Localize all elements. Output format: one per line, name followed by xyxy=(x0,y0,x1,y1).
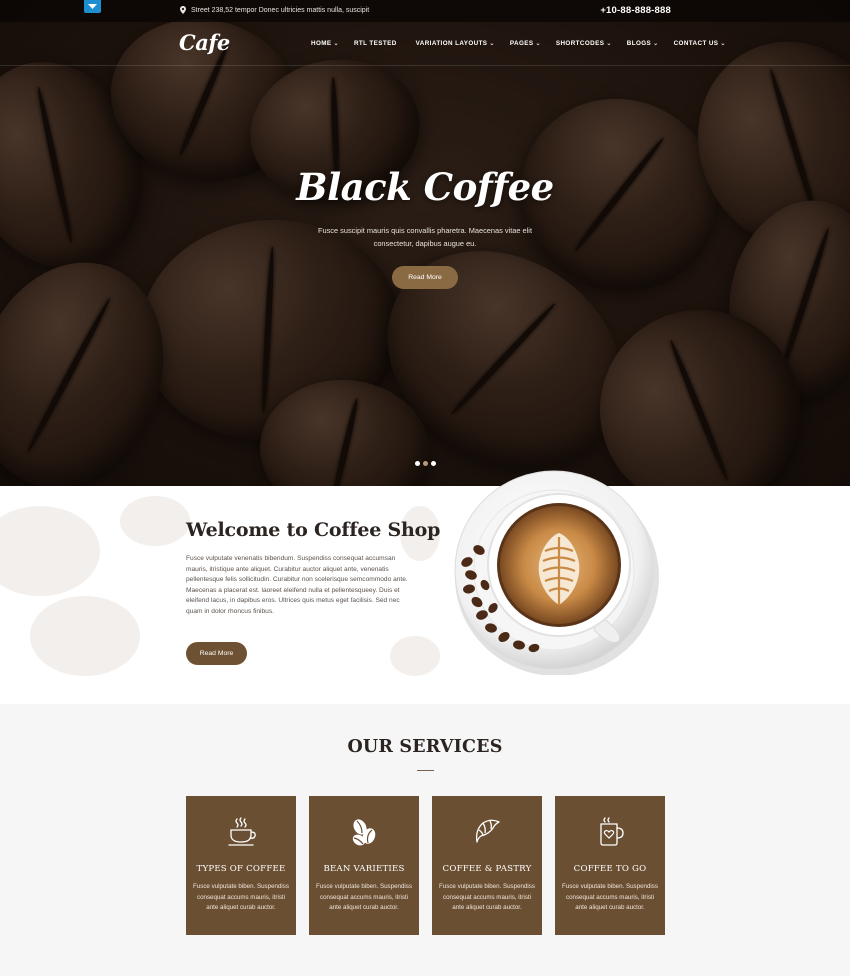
nav-item-pages[interactable]: PAGES ⌄ xyxy=(510,40,541,47)
top-bar: Street 238,52 tempor Donec ultricies mat… xyxy=(0,0,850,22)
service-card-text: Fusce vulputate biben. Suspendiss conseq… xyxy=(439,883,535,912)
slider-pagination xyxy=(415,461,436,466)
faint-bean-decoration xyxy=(30,596,140,676)
caret-down-icon xyxy=(88,4,97,9)
hero-read-more-button[interactable]: Read More xyxy=(392,266,458,289)
nav-item-blogs[interactable]: BLOGS ⌄ xyxy=(627,40,659,47)
service-card-title: COFFEE TO GO xyxy=(573,864,647,874)
hero-section: Street 238,52 tempor Donec ultricies mat… xyxy=(0,0,850,486)
chevron-down-icon: ⌄ xyxy=(333,41,339,47)
nav-item-label: RTL TESTED xyxy=(353,40,397,47)
address-text: Street 238,52 tempor Donec ultricies mat… xyxy=(191,6,370,14)
coffee-cup-icon xyxy=(228,817,256,846)
main-navbar: Cafe HOME ⌄ RTL TESTED VARIATION LAYOUTS… xyxy=(0,22,850,66)
coffee-beans-icon xyxy=(352,819,376,846)
nav-item-contact-us[interactable]: CONTACT US ⌄ xyxy=(674,40,726,47)
chevron-down-icon: ⌄ xyxy=(720,41,726,47)
map-pin-icon xyxy=(180,6,186,14)
nav-item-label: HOME xyxy=(311,40,332,47)
hero-title: Black Coffee xyxy=(296,165,554,209)
nav-item-label: BLOGS xyxy=(626,40,652,47)
panel-toggle-button[interactable] xyxy=(84,0,101,13)
faint-bean-decoration xyxy=(0,506,100,596)
nav-item-label: CONTACT US xyxy=(673,40,719,47)
welcome-title: Welcome to Coffee Shop xyxy=(186,519,441,541)
phone-number[interactable]: +10-88-888-888 xyxy=(600,5,671,16)
slider-dot[interactable] xyxy=(415,461,420,466)
service-card-text: Fusce vulputate biben. Suspendiss conseq… xyxy=(562,883,658,912)
nav-item-label: PAGES xyxy=(509,40,534,47)
slider-dot[interactable] xyxy=(431,461,436,466)
service-card-title: BEAN VARIETIES xyxy=(323,864,405,874)
main-menu: HOME ⌄ RTL TESTED VARIATION LAYOUTS ⌄ PA… xyxy=(311,40,726,47)
services-title: OUR SERVICES xyxy=(347,737,503,757)
latte-cup-illustration xyxy=(454,470,659,676)
hero-description: Fusce suscipit mauris quis convallis pha… xyxy=(317,226,532,248)
chevron-down-icon: ⌄ xyxy=(606,41,612,47)
nav-item-variation-layouts[interactable]: VARIATION LAYOUTS ⌄ xyxy=(416,40,495,47)
chevron-down-icon: ⌄ xyxy=(653,41,659,47)
service-card-types-of-coffee[interactable]: TYPES OF COFFEE Fusce vulputate biben. S… xyxy=(186,796,296,935)
faint-bean-decoration xyxy=(120,496,190,546)
address-info: Street 238,52 tempor Donec ultricies mat… xyxy=(180,6,369,14)
welcome-section: Welcome to Coffee Shop Fusce vulputate v… xyxy=(0,486,850,704)
service-card-title: TYPES OF COFFEE xyxy=(196,864,286,874)
coffee-mug-heart-icon xyxy=(600,817,624,846)
nav-item-shortcodes[interactable]: SHORTCODES ⌄ xyxy=(556,40,612,47)
chevron-down-icon: ⌄ xyxy=(489,41,495,47)
services-divider xyxy=(417,770,434,771)
croissant-icon xyxy=(475,819,500,843)
welcome-read-more-button[interactable]: Read More xyxy=(186,642,247,665)
service-card-bean-varieties[interactable]: BEAN VARIETIES Fusce vulputate biben. Su… xyxy=(309,796,419,935)
nav-item-home[interactable]: HOME ⌄ xyxy=(311,40,339,47)
nav-item-label: VARIATION LAYOUTS xyxy=(415,40,488,47)
service-card-coffee-and-pastry[interactable]: COFFEE & PASTRY Fusce vulputate biben. S… xyxy=(432,796,542,935)
slider-dot-active[interactable] xyxy=(423,461,428,466)
service-card-text: Fusce vulputate biben. Suspendiss conseq… xyxy=(316,883,412,912)
chevron-down-icon: ⌄ xyxy=(535,41,541,47)
site-logo[interactable]: Cafe xyxy=(179,30,230,55)
nav-item-label: SHORTCODES xyxy=(555,40,605,47)
faint-bean-decoration xyxy=(390,636,440,676)
coffee-cup-image xyxy=(449,465,659,676)
service-card-text: Fusce vulputate biben. Suspendiss conseq… xyxy=(193,883,289,912)
service-card-coffee-to-go[interactable]: COFFEE TO GO Fusce vulputate biben. Susp… xyxy=(555,796,665,935)
welcome-description: Fusce vulputate venenatis bibendum. Susp… xyxy=(186,555,408,615)
service-card-title: COFFEE & PASTRY xyxy=(442,864,532,874)
nav-item-rtl-tested[interactable]: RTL TESTED xyxy=(354,40,397,47)
